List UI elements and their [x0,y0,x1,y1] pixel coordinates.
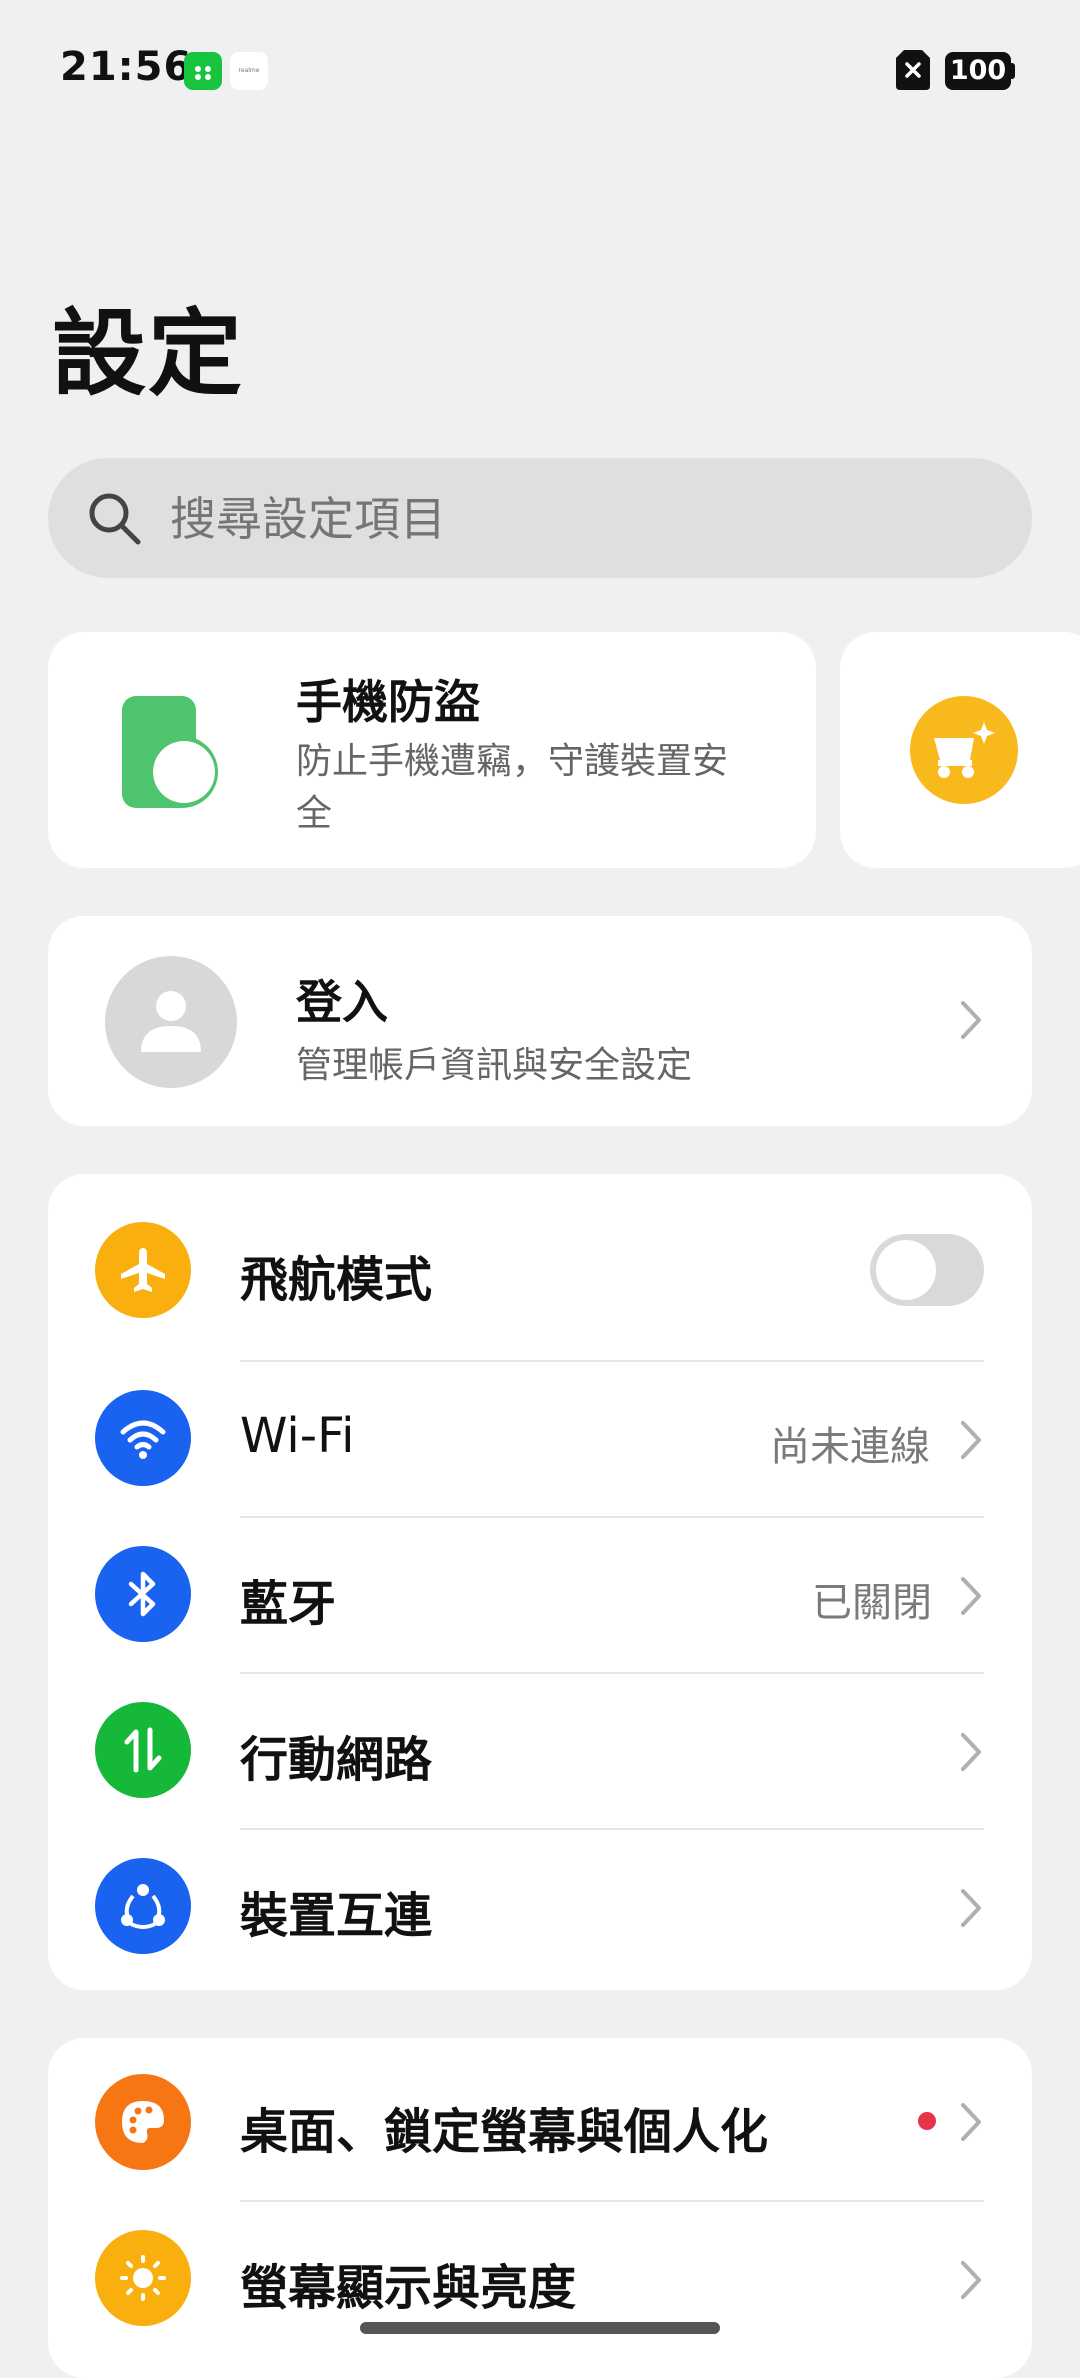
wifi-label: Wi-Fi [240,1408,355,1464]
promo-card-2[interactable] [840,632,1080,868]
chevron-right-icon [961,1577,981,1615]
cart-sparkle-icon [910,696,1018,804]
wifi-icon [95,1390,191,1486]
anti-theft-phone-icon [122,696,242,816]
personalization-row[interactable]: 桌面、鎖定螢幕與個人化 [48,2038,1032,2198]
status-bar: 21:56 realme 100 [0,0,1080,140]
anti-theft-title: 手機防盜 [296,675,480,729]
airplane-mode-label: 飛航模式 [240,1252,433,1308]
app-notification-icon [184,52,222,90]
personalization-label: 桌面、鎖定螢幕與個人化 [240,2104,769,2160]
chevron-right-icon [961,1733,981,1771]
page-title: 設定 [52,300,245,409]
anti-theft-card[interactable]: 手機防盜 防止手機遭竊，守護裝置安全 [48,632,816,868]
chevron-right-icon [961,1001,981,1039]
display-brightness-row[interactable]: 螢幕顯示與亮度 [48,2202,1032,2362]
palette-icon [95,2074,191,2170]
bluetooth-icon [95,1546,191,1642]
wifi-status: 尚未連線 [770,1424,930,1470]
search-bar[interactable] [48,458,1032,580]
chevron-right-icon [961,2103,981,2141]
sun-icon [95,2230,191,2326]
airplane-icon [95,1222,191,1318]
wifi-row[interactable]: Wi-Fi 尚未連線 [48,1362,1032,1518]
avatar [105,956,237,1088]
chevron-right-icon [961,2261,981,2299]
notification-badge [918,2112,936,2130]
toggle-knob [876,1240,936,1300]
battery-indicator: 100 [945,52,1011,90]
home-indicator[interactable] [360,2322,720,2334]
search-input[interactable] [168,458,744,580]
battery-cap [1010,63,1015,79]
airplane-mode-row[interactable]: 飛航模式 [48,1174,1032,1364]
login-card[interactable]: 登入 管理帳戶資訊與安全設定 [48,916,1032,1126]
mobile-data-icon [95,1702,191,1798]
connectivity-group: 飛航模式 Wi-Fi 尚未連線 藍牙 已關閉 行動網路 裝置互連 [48,1174,1032,1990]
display-brightness-label: 螢幕顯示與亮度 [240,2260,577,2316]
chevron-right-icon [961,1889,981,1927]
mobile-network-row[interactable]: 行動網路 [48,1674,1032,1830]
bluetooth-row[interactable]: 藍牙 已關閉 [48,1518,1032,1674]
chevron-right-icon [961,1421,981,1459]
search-icon [89,493,141,545]
login-title: 登入 [296,975,388,1029]
device-connect-row[interactable]: 裝置互連 [48,1830,1032,1990]
mobile-network-label: 行動網路 [240,1732,433,1788]
airplane-mode-toggle[interactable] [870,1234,984,1306]
no-sim-icon [896,50,930,90]
device-connect-icon [95,1858,191,1954]
device-connect-label: 裝置互連 [240,1888,433,1944]
status-time: 21:56 [60,44,193,90]
anti-theft-description: 防止手機遭竊，守護裝置安全 [296,741,729,834]
realme-notification-icon: realme [230,52,268,90]
login-subtitle: 管理帳戶資訊與安全設定 [296,1045,693,1086]
bluetooth-label: 藍牙 [240,1576,337,1632]
bluetooth-status: 已關閉 [812,1580,932,1626]
